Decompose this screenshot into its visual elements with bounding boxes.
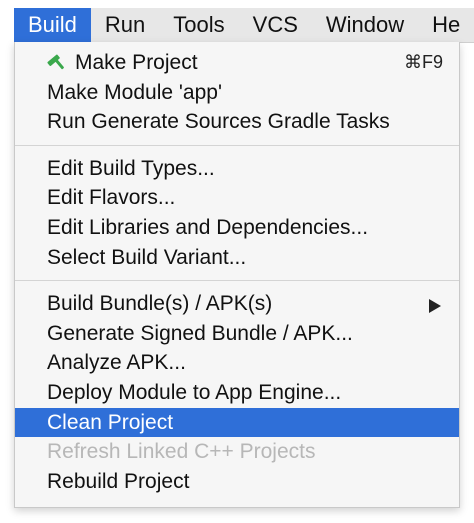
menubar-vcs[interactable]: VCS (239, 8, 312, 42)
menu-item-run-generate-sources[interactable]: Run Generate Sources Gradle Tasks (15, 107, 459, 137)
menu-item-label: Make Project (75, 51, 198, 74)
hammer-icon (45, 51, 69, 71)
menu-bar: Build Run Tools VCS Window He (14, 8, 474, 43)
build-menu-dropdown: Make Project ⌘F9 Make Module 'app' Run G… (14, 42, 460, 508)
menu-item-edit-libraries[interactable]: Edit Libraries and Dependencies... (15, 213, 459, 243)
menubar-tools[interactable]: Tools (159, 8, 238, 42)
menu-item-generate-signed[interactable]: Generate Signed Bundle / APK... (15, 319, 459, 349)
menu-group-edit: Edit Build Types... Edit Flavors... Edit… (15, 146, 459, 280)
menubar-build[interactable]: Build (14, 8, 91, 42)
menu-group-build: Build Bundle(s) / APK(s) Generate Signed… (15, 281, 459, 504)
menu-item-select-build-variant[interactable]: Select Build Variant... (15, 243, 459, 273)
menu-item-edit-flavors[interactable]: Edit Flavors... (15, 183, 459, 213)
menu-item-make-project[interactable]: Make Project ⌘F9 (15, 48, 459, 78)
menubar-help[interactable]: He (418, 8, 474, 42)
menubar-run[interactable]: Run (91, 8, 159, 42)
menu-item-refresh-linked-cpp: Refresh Linked C++ Projects (47, 440, 316, 464)
menubar-window[interactable]: Window (312, 8, 418, 42)
chevron-right-icon (429, 299, 441, 314)
menu-item-label: Build Bundle(s) / APK(s) (47, 292, 273, 316)
menu-group-make: Make Project ⌘F9 Make Module 'app' Run G… (15, 42, 459, 145)
keyboard-shortcut: ⌘F9 (403, 52, 443, 72)
menu-item-rebuild-project[interactable]: Rebuild Project (15, 467, 459, 497)
menu-item-analyze-apk[interactable]: Analyze APK... (15, 348, 459, 378)
menu-item-edit-build-types[interactable]: Edit Build Types... (15, 154, 459, 184)
menu-item-make-module[interactable]: Make Module 'app' (15, 78, 459, 108)
menu-item-clean-project[interactable]: Clean Project (15, 407, 459, 438)
menu-item-build-bundle[interactable]: Build Bundle(s) / APK(s) (15, 289, 459, 319)
menu-item-deploy-module[interactable]: Deploy Module to App Engine... (15, 378, 459, 408)
